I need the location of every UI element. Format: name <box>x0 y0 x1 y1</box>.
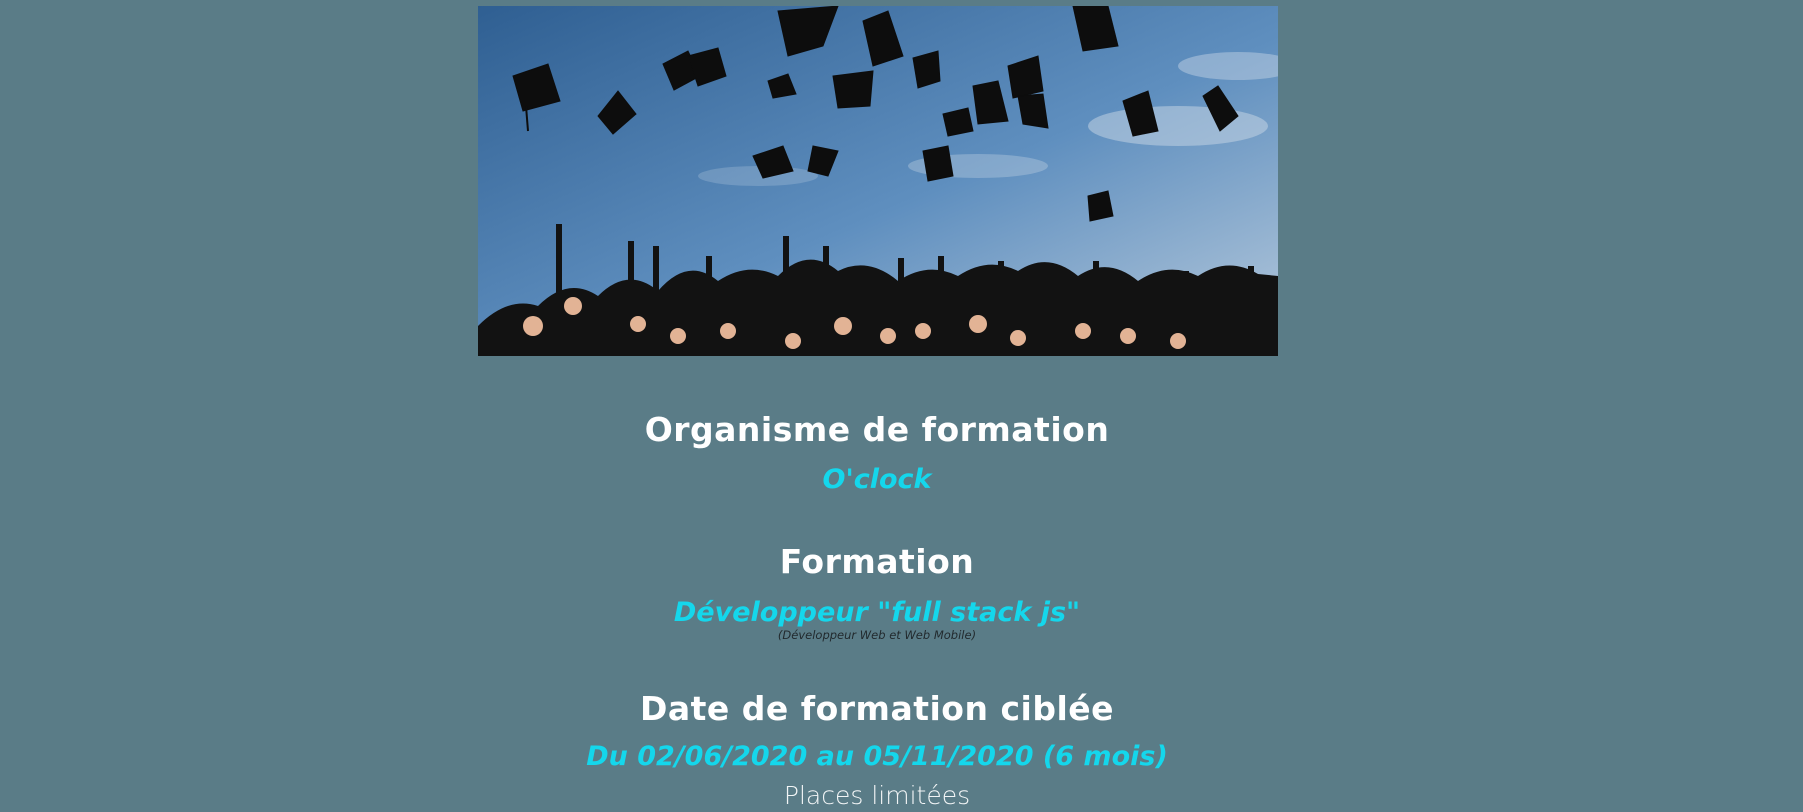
organisme-value: O'clock <box>822 464 932 495</box>
section-heading-formation: Formation <box>779 542 975 581</box>
section-heading-date: Date de formation ciblée <box>639 689 1115 728</box>
formation-value: Développeur "full stack js" <box>673 597 1081 628</box>
formation-subtitle: (Développeur Web et Web Mobile) <box>777 628 977 642</box>
hero-graduation-image <box>478 6 1278 356</box>
section-heading-organisme: Organisme de formation <box>644 410 1110 449</box>
date-value: Du 02/06/2020 au 05/11/2020 (6 mois) <box>586 741 1168 772</box>
places-note: Places limitées <box>783 781 971 810</box>
